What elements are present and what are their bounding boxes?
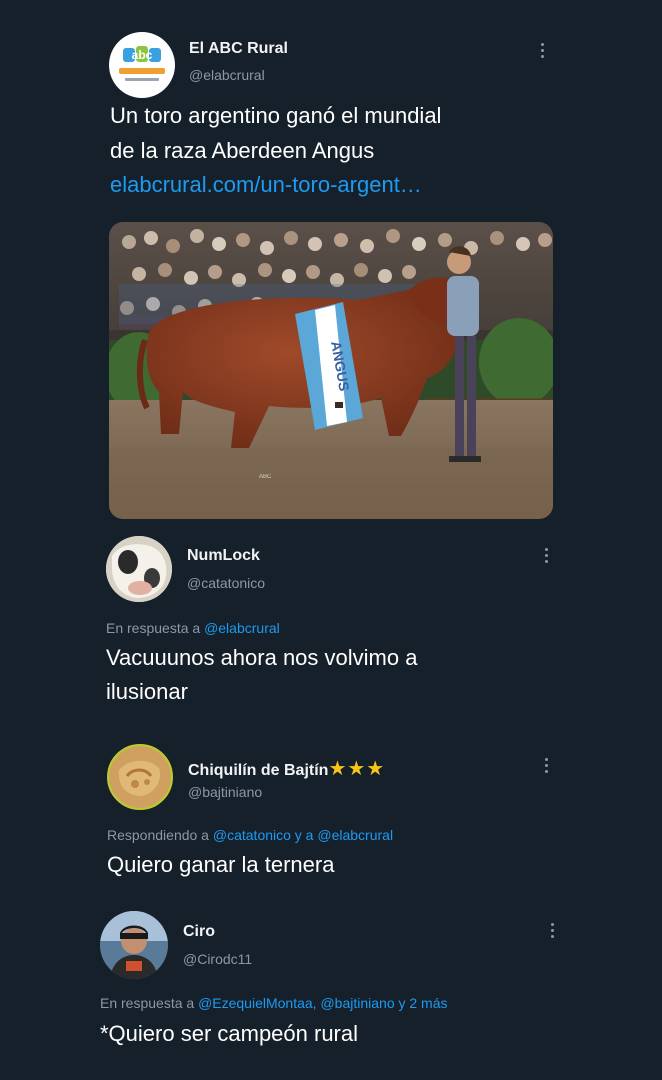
article-link[interactable]: elabcrural.com/un-toro-argent… xyxy=(110,172,422,198)
author-name[interactable]: El ABC Rural xyxy=(189,40,288,58)
reply-2-text-line-1: Quiero ganar la ternera xyxy=(107,852,335,877)
person-avatar-icon xyxy=(100,911,168,979)
elabcrural-avatar[interactable]: abc xyxy=(109,32,175,98)
reply-1-text-line-2: ilusionar xyxy=(106,679,188,704)
bull-photo-icon: ANGUS ABC xyxy=(109,222,553,519)
reply-1-author-handle[interactable]: @catatonico xyxy=(187,575,265,591)
reply-2-mentions[interactable]: @catatonico y a @elabcrural xyxy=(213,827,393,843)
reply-1-text-line-1: Vacuuunos ahora nos volvimo a xyxy=(106,645,418,670)
author-handle[interactable]: @elabcrural xyxy=(189,67,265,83)
reply-2-more-options-icon[interactable] xyxy=(545,758,549,774)
reply-2-author-name-text: Chiquilín de Bajtín xyxy=(188,762,329,779)
reply-3-text-line-1: *Quiero ser campeón rural xyxy=(100,1021,359,1046)
tweet-text-line-2: de la raza Aberdeen Angus xyxy=(110,138,375,163)
cow-avatar-icon xyxy=(106,536,172,602)
numlock-avatar[interactable] xyxy=(106,536,172,602)
tweet-text-line-1: Un toro argentino ganó el mundial xyxy=(110,103,442,128)
reply-1-author-name[interactable]: NumLock xyxy=(187,547,260,565)
more-options-icon[interactable] xyxy=(541,43,545,59)
reply-1-context: En respuesta a @elabcrural xyxy=(106,620,280,636)
bajtiniano-avatar[interactable] xyxy=(107,744,173,810)
reply-3-more-options-icon[interactable] xyxy=(551,923,555,939)
reply-2-context-prefix: Respondiendo a xyxy=(107,827,209,843)
reply-2-author-name[interactable]: Chiquilín de Bajtín★★★ xyxy=(188,756,385,781)
ciro-avatar[interactable] xyxy=(100,911,168,979)
star-icons: ★★★ xyxy=(328,758,386,780)
reply-3-context-prefix: En respuesta a xyxy=(100,995,195,1011)
reply-1-more-options-icon[interactable] xyxy=(545,548,549,564)
reply-1-context-prefix: En respuesta a xyxy=(106,620,201,636)
reply-3-mentions[interactable]: @EzequielMontaa, @bajtiniano y 2 más xyxy=(198,995,447,1011)
reply-2-author-handle[interactable]: @bajtiniano xyxy=(188,784,262,800)
reply-3-context: En respuesta a @EzequielMontaa, @bajtini… xyxy=(100,995,448,1011)
abc-logo-icon: abc xyxy=(119,46,165,81)
reply-3-author-handle[interactable]: @Cirodc11 xyxy=(183,951,252,967)
tweet-photo[interactable]: ANGUS ABC xyxy=(109,222,553,519)
svg-text:ABC: ABC xyxy=(259,474,272,480)
reply-1-mentions[interactable]: @elabcrural xyxy=(204,620,280,636)
reply-2-context: Respondiendo a @catatonico y a @elabcrur… xyxy=(107,827,393,843)
reply-3-author-name[interactable]: Ciro xyxy=(183,923,215,941)
svg-text:abc: abc xyxy=(132,48,153,62)
food-avatar-icon xyxy=(109,746,171,808)
tweet-thread-screen: abc El ABC Rural @elabcrural Un toro arg… xyxy=(0,0,662,1080)
